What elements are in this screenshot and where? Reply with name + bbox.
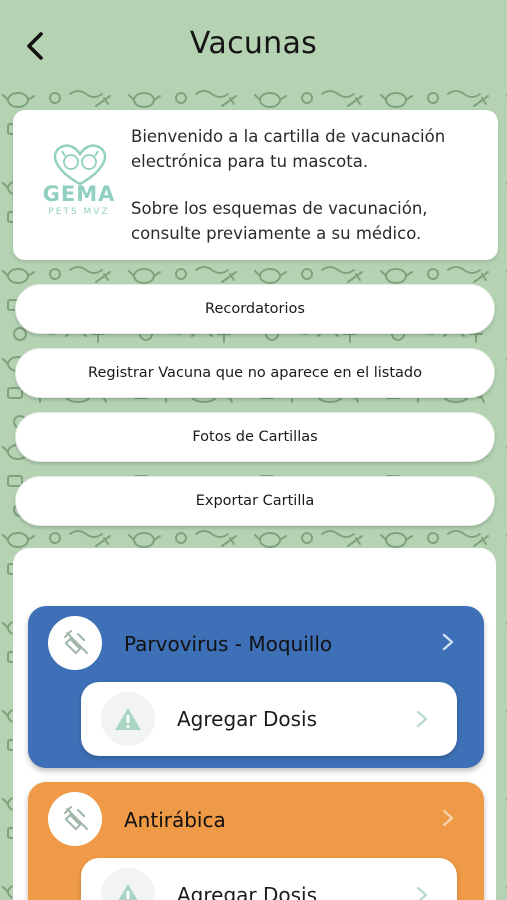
chevron-right-icon [442, 809, 454, 827]
welcome-message: Bienvenido a la cartilla de vacunación e… [131, 124, 486, 246]
vaccine-icon-wrap [48, 616, 102, 670]
vaccine-list-panel: Parvovirus - Moquillo Agregar Dosis Anti… [13, 548, 496, 900]
vaccine-name: Antirábica [124, 808, 226, 832]
export-card-button[interactable]: Exportar Cartilla [15, 476, 495, 526]
pet-heart-icon [53, 144, 107, 186]
syringe-icon [64, 630, 88, 655]
add-dose-button[interactable]: Agregar Dosis [81, 858, 457, 900]
syringe-icon [64, 806, 88, 831]
register-vaccine-button[interactable]: Registrar Vacuna que no aparece en el li… [15, 348, 495, 398]
logo-name: GEMA [42, 182, 116, 206]
reminders-button[interactable]: Recordatorios [15, 284, 495, 334]
warning-icon [118, 884, 138, 900]
warning-icon [115, 708, 141, 730]
vaccine-icon-wrap [48, 792, 102, 846]
warning-icon-wrap [101, 868, 155, 900]
vaccine-card-antirabica[interactable]: Antirábica Agregar Dosis [28, 782, 484, 900]
add-dose-label: Agregar Dosis [177, 707, 318, 731]
add-dose-label: Agregar Dosis [177, 883, 318, 900]
welcome-card: GEMA PETS MVZ Bienvenido a la cartilla d… [13, 110, 498, 260]
logo-subtitle: PETS MVZ [48, 207, 110, 217]
chevron-right-icon [416, 710, 428, 728]
app-header: Vacunas [0, 0, 507, 88]
welcome-line-1: Bienvenido a la cartilla de vacunación e… [131, 127, 446, 171]
welcome-line-2: Sobre los esquemas de vacunación, consul… [131, 199, 428, 243]
vaccine-name: Parvovirus - Moquillo [124, 632, 333, 656]
card-photos-button[interactable]: Fotos de Cartillas [15, 412, 495, 462]
chevron-right-icon [442, 633, 454, 651]
chevron-right-icon [416, 886, 428, 900]
warning-icon-wrap [101, 692, 155, 746]
page-title: Vacunas [189, 26, 318, 61]
add-dose-button[interactable]: Agregar Dosis [81, 682, 457, 756]
vaccine-card-parvovirus[interactable]: Parvovirus - Moquillo Agregar Dosis [28, 606, 484, 768]
